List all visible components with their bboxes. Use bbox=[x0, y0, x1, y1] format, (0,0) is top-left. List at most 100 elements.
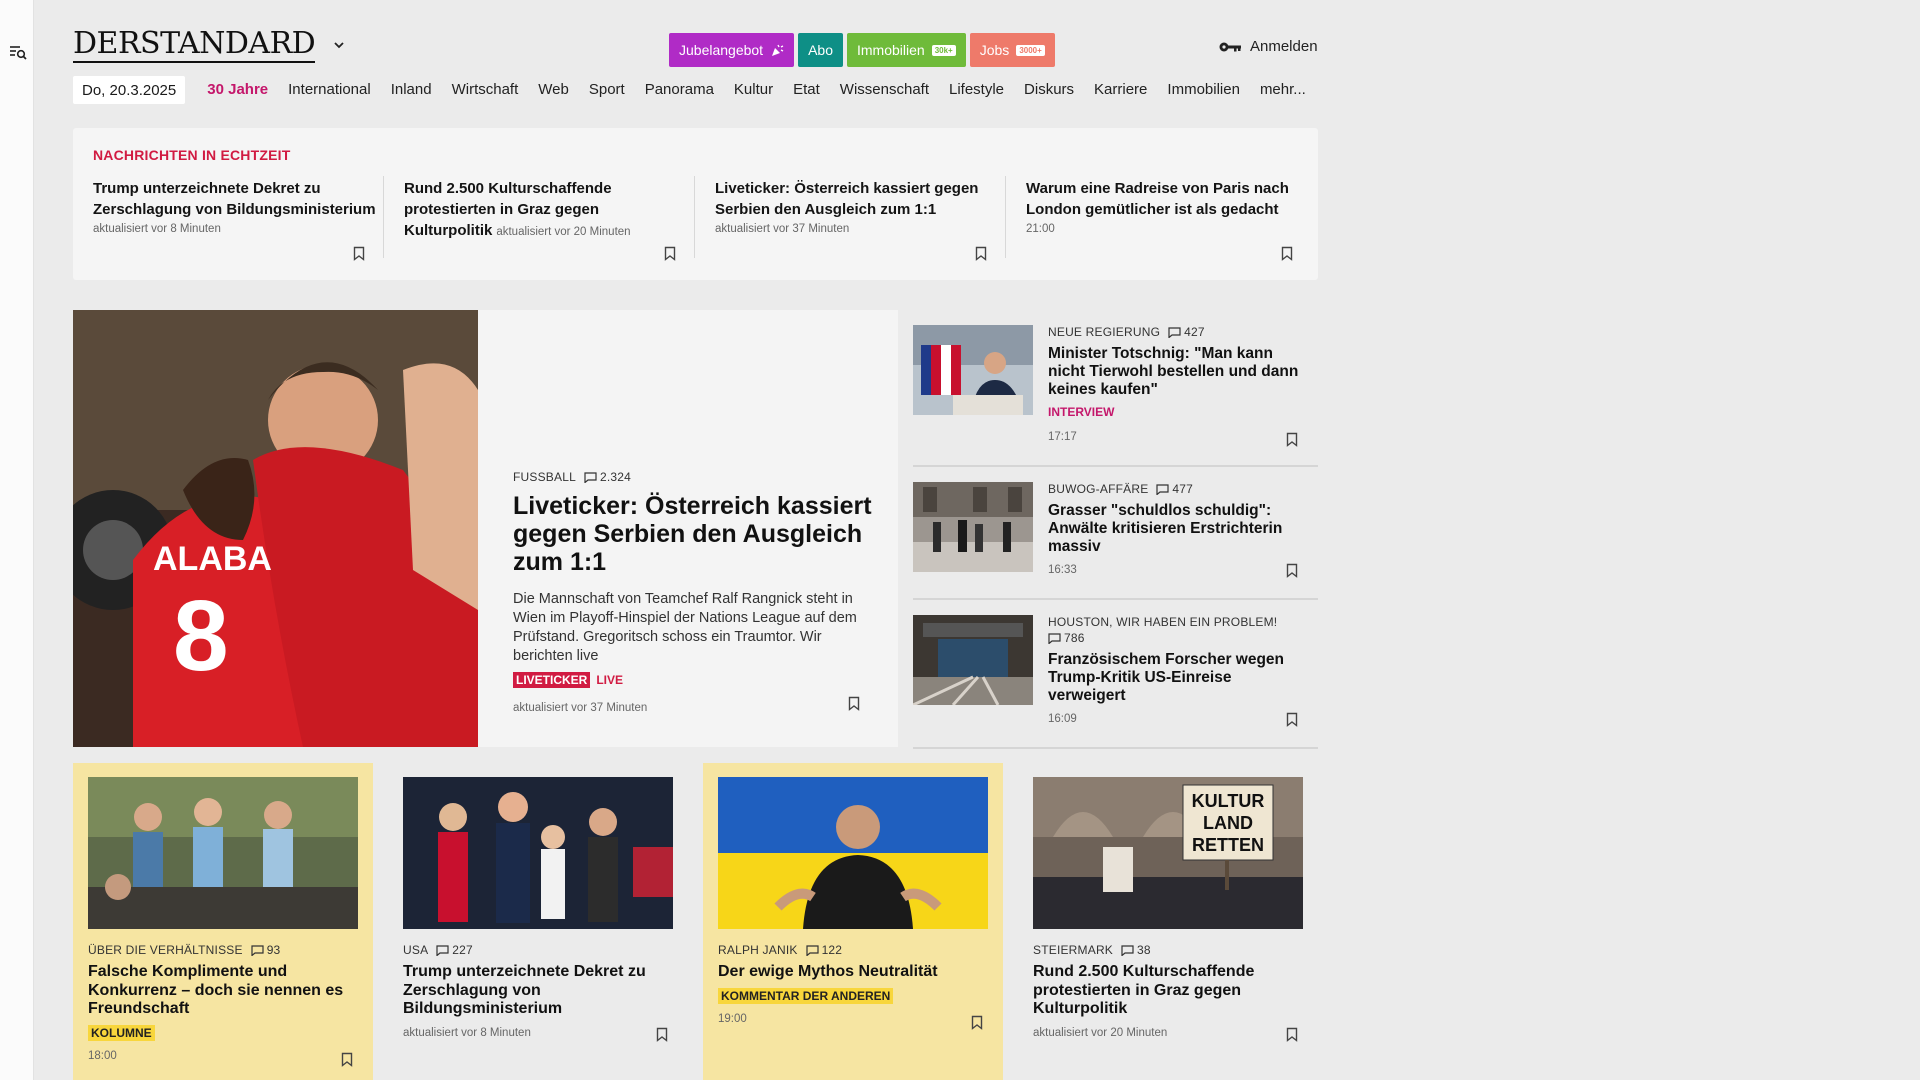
side-comment-count: 427 bbox=[1184, 325, 1205, 339]
hero-title[interactable]: Liveticker: Österreich kassiert gegen Se… bbox=[513, 492, 873, 576]
hero-image[interactable]: ALABA 8 bbox=[73, 310, 478, 747]
ticker-item[interactable]: Rund 2.500 Kulturschaffende protestierte… bbox=[404, 178, 699, 268]
nav-item-lifestyle[interactable]: Lifestyle bbox=[939, 76, 1014, 104]
side-comments[interactable]: 477 bbox=[1156, 482, 1193, 496]
ticker-item[interactable]: Trump unterzeichnete Dekret zu Zerschlag… bbox=[93, 178, 388, 268]
side-story-body: HOUSTON, WIR HABEN EIN PROBLEM! 786 Fran… bbox=[1048, 615, 1313, 725]
side-category: BUWOG-AFFÄRE bbox=[1048, 482, 1149, 496]
ticker-item-title[interactable]: Rund 2.500 Kulturschaffende protestierte… bbox=[404, 178, 699, 243]
card-comments[interactable]: 93 bbox=[251, 943, 281, 957]
chevron-down-icon[interactable] bbox=[333, 39, 345, 51]
side-story-image[interactable] bbox=[913, 325, 1033, 415]
side-story-body: BUWOG-AFFÄRE 477 Grasser "schuldlos schu… bbox=[1048, 482, 1313, 576]
bookmark-icon[interactable] bbox=[656, 1027, 668, 1042]
jubelangebot-button[interactable]: Jubelangebot bbox=[669, 33, 795, 67]
bookmark-icon[interactable] bbox=[1281, 246, 1293, 261]
site-logo[interactable]: DERSTANDARD bbox=[73, 27, 345, 63]
nav-item-kultur[interactable]: Kultur bbox=[724, 76, 783, 104]
nav-item-30-jahre[interactable]: 30 Jahre bbox=[197, 76, 278, 104]
card-comments[interactable]: 227 bbox=[436, 943, 473, 957]
bookmark-icon[interactable] bbox=[664, 246, 676, 261]
kommentar-label: KOMMENTAR DER ANDEREN bbox=[718, 987, 894, 1004]
promo-buttons: Jubelangebot Abo Immobilien 30k+ Jobs 30… bbox=[669, 33, 1055, 67]
card-comment-count: 122 bbox=[821, 943, 843, 957]
comment-icon bbox=[436, 944, 449, 956]
ticker-item-title[interactable]: Warum eine Radreise von Paris nach Londo… bbox=[1026, 178, 1321, 220]
side-comment-count: 786 bbox=[1064, 631, 1085, 645]
bookmark-icon[interactable] bbox=[1286, 432, 1298, 447]
side-story-image[interactable] bbox=[913, 615, 1033, 705]
card-title[interactable]: Rund 2.500 Kulturschaffende protestierte… bbox=[1033, 963, 1303, 1019]
key-icon bbox=[1219, 42, 1241, 51]
search-menu-icon[interactable] bbox=[8, 42, 28, 62]
hero-badges: LIVETICKER LIVE bbox=[513, 672, 873, 688]
ticker-divider bbox=[694, 176, 695, 258]
ticker-item-title[interactable]: Liveticker: Österreich kassiert gegen Se… bbox=[715, 178, 1010, 220]
story-card[interactable]: KULTUR LAND RETTEN STEIERMARK 38 Rund 2.50… bbox=[1018, 763, 1318, 1080]
side-title[interactable]: Minister Totschnig: "Man kann nicht Tier… bbox=[1048, 345, 1313, 399]
bookmark-icon[interactable] bbox=[975, 246, 987, 261]
nav-item-wissenschaft[interactable]: Wissenschaft bbox=[830, 76, 939, 104]
card-kicker: STEIERMARK 38 bbox=[1033, 943, 1303, 957]
nav-item-international[interactable]: International bbox=[278, 76, 381, 104]
story-card[interactable]: USA 227 Trump unterzeichnete Dekret zu Z… bbox=[388, 763, 688, 1080]
story-card[interactable]: ÜBER DIE VERHÄLTNISSE 93 Falsche Komplim… bbox=[73, 763, 373, 1080]
comment-icon bbox=[1168, 326, 1181, 338]
hero-category: FUSSBALL bbox=[513, 470, 576, 484]
side-stories: NEUE REGIERUNG 427 Minister Totschnig: "… bbox=[913, 310, 1318, 749]
side-kicker: NEUE REGIERUNG 427 bbox=[1048, 325, 1313, 339]
ticker-item-title[interactable]: Trump unterzeichnete Dekret zu Zerschlag… bbox=[93, 178, 388, 220]
side-story-body: NEUE REGIERUNG 427 Minister Totschnig: "… bbox=[1048, 325, 1313, 443]
card-title[interactable]: Der ewige Mythos Neutralität bbox=[718, 963, 988, 982]
side-comments[interactable]: 786 bbox=[1048, 631, 1085, 645]
side-title[interactable]: Grasser "schuldlos schuldig": Anwälte kr… bbox=[1048, 502, 1313, 556]
card-comments[interactable]: 122 bbox=[805, 943, 843, 957]
login-button[interactable]: Anmelden bbox=[1218, 38, 1318, 55]
nav-item-panorama[interactable]: Panorama bbox=[635, 76, 724, 104]
card-comments[interactable]: 38 bbox=[1121, 943, 1151, 957]
hero-article[interactable]: ALABA 8 FUSSBALL 2.324 Liveticker: Öster… bbox=[73, 310, 898, 747]
nav-item-wirtschaft[interactable]: Wirtschaft bbox=[442, 76, 529, 104]
bookmark-icon[interactable] bbox=[971, 1015, 983, 1030]
side-story[interactable]: NEUE REGIERUNG 427 Minister Totschnig: "… bbox=[913, 310, 1318, 467]
nav-item-sport[interactable]: Sport bbox=[579, 76, 635, 104]
hero-comments[interactable]: 2.324 bbox=[584, 470, 631, 484]
ticker-item[interactable]: Liveticker: Österreich kassiert gegen Se… bbox=[715, 178, 1010, 268]
story-card-image[interactable] bbox=[88, 777, 358, 929]
side-story-image[interactable] bbox=[913, 482, 1033, 572]
immobilien-button[interactable]: Immobilien 30k+ bbox=[847, 33, 966, 67]
bookmark-icon[interactable] bbox=[848, 696, 860, 711]
ticker-item-meta: 21:00 bbox=[1026, 223, 1055, 235]
jobs-button[interactable]: Jobs 3000+ bbox=[969, 33, 1055, 67]
nav-item-immobilien[interactable]: Immobilien bbox=[1157, 76, 1250, 104]
nav-item-inland[interactable]: Inland bbox=[381, 76, 442, 104]
story-card-body: ÜBER DIE VERHÄLTNISSE 93 Falsche Komplim… bbox=[88, 943, 358, 1062]
bookmark-icon[interactable] bbox=[1286, 1027, 1298, 1042]
bookmark-icon[interactable] bbox=[341, 1052, 353, 1067]
ticker-item[interactable]: Warum eine Radreise von Paris nach Londo… bbox=[1026, 178, 1321, 268]
side-story[interactable]: BUWOG-AFFÄRE 477 Grasser "schuldlos schu… bbox=[913, 467, 1318, 600]
story-card-image[interactable] bbox=[718, 777, 988, 929]
side-category: NEUE REGIERUNG bbox=[1048, 325, 1161, 339]
nav-item-etat[interactable]: Etat bbox=[783, 76, 830, 104]
story-card-image[interactable]: KULTUR LAND RETTEN bbox=[1033, 777, 1303, 929]
card-title[interactable]: Trump unterzeichnete Dekret zu Zerschlag… bbox=[403, 963, 673, 1019]
side-comments[interactable]: 427 bbox=[1168, 325, 1205, 339]
card-title[interactable]: Falsche Komplimente und Konkurrenz – doc… bbox=[88, 963, 358, 1019]
nav-item-diskurs[interactable]: Diskurs bbox=[1014, 76, 1084, 104]
card-category: STEIERMARK bbox=[1033, 943, 1114, 957]
story-card-image[interactable] bbox=[403, 777, 673, 929]
nav-item-mehr[interactable]: mehr... bbox=[1250, 76, 1316, 104]
bookmark-icon[interactable] bbox=[1286, 563, 1298, 578]
side-title[interactable]: Französischem Forscher wegen Trump-Kriti… bbox=[1048, 651, 1313, 705]
bookmark-icon[interactable] bbox=[353, 246, 365, 261]
story-card[interactable]: RALPH JANIK 122 Der ewige Mythos Neutral… bbox=[703, 763, 1003, 1080]
abo-button[interactable]: Abo bbox=[798, 33, 843, 67]
nav-item-web[interactable]: Web bbox=[528, 76, 579, 104]
party-icon bbox=[772, 44, 784, 56]
nav-item-karriere[interactable]: Karriere bbox=[1084, 76, 1157, 104]
side-meta: 17:17 bbox=[1048, 431, 1077, 443]
comment-icon bbox=[251, 944, 264, 956]
side-story[interactable]: HOUSTON, WIR HABEN EIN PROBLEM! 786 Fran… bbox=[913, 600, 1318, 749]
bookmark-icon[interactable] bbox=[1286, 712, 1298, 727]
